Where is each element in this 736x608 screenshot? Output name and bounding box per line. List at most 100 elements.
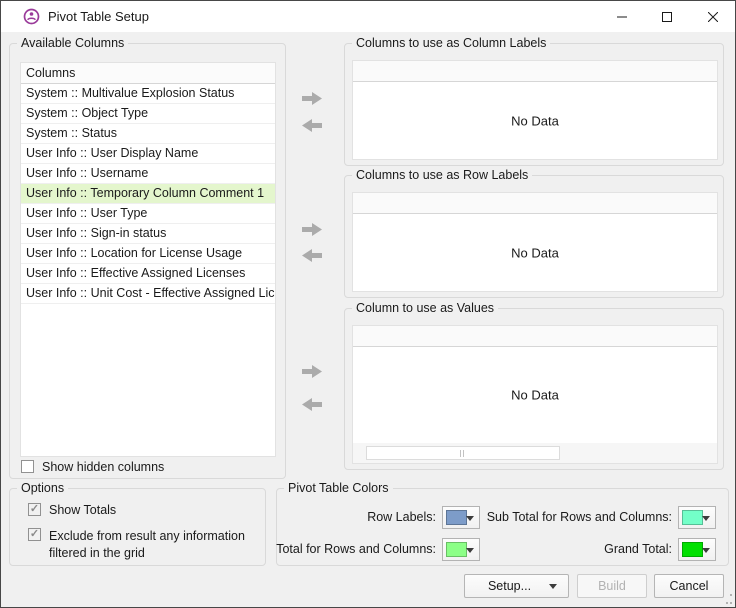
show-hidden-columns-checkbox[interactable]: ✓ Show hidden columns <box>21 460 164 475</box>
column-item-label: User Info :: Unit Cost - Effective Assig… <box>26 286 275 300</box>
column-item-label: User Info :: Sign-in status <box>26 226 166 240</box>
sub-total-color-label: Sub Total for Rows and Columns: <box>487 510 672 524</box>
cancel-button-label: Cancel <box>670 579 709 593</box>
check-icon: ✓ <box>30 529 39 540</box>
checkbox-box[interactable]: ✓ <box>28 528 41 541</box>
show-hidden-columns-label: Show hidden columns <box>42 460 164 475</box>
column-list-item[interactable]: User Info :: Temporary Column Comment 1 <box>21 184 275 204</box>
column-list-item[interactable]: User Info :: Sign-in status <box>21 224 275 244</box>
setup-button[interactable]: Setup... <box>464 574 569 598</box>
column-list-item[interactable]: System :: Object Type <box>21 104 275 124</box>
column-item-label: User Info :: User Display Name <box>26 146 198 160</box>
move-left-values-button[interactable] <box>301 397 323 412</box>
chevron-down-icon <box>549 584 557 589</box>
window-title: Pivot Table Setup <box>48 9 149 24</box>
horizontal-scrollbar[interactable] <box>366 446 560 460</box>
column-labels-list[interactable]: No Data <box>352 60 718 160</box>
minimize-icon <box>617 12 627 22</box>
grand-total-color-swatch <box>682 542 703 557</box>
show-totals-label: Show Totals <box>49 503 116 518</box>
column-item-label: User Info :: User Type <box>26 206 147 220</box>
column-item-label: User Info :: Temporary Column Comment 1 <box>26 186 264 200</box>
column-labels-empty-text: No Data <box>353 113 717 128</box>
column-list-item[interactable]: User Info :: Location for License Usage <box>21 244 275 264</box>
arrow-right-icon <box>301 222 323 237</box>
check-icon: ✓ <box>30 504 39 515</box>
row-labels-list[interactable]: No Data <box>352 192 718 292</box>
columns-list-header[interactable]: Columns <box>21 63 275 84</box>
column-list-item[interactable]: User Info :: Username <box>21 164 275 184</box>
app-icon <box>23 8 40 25</box>
maximize-icon <box>662 12 672 22</box>
scrollbar-grip-icon <box>460 450 466 457</box>
grand-total-color-label: Grand Total: <box>604 542 672 556</box>
maximize-button[interactable] <box>644 1 689 32</box>
exclude-filtered-label: Exclude from result any information filt… <box>49 528 261 562</box>
options-group-label: Options <box>17 481 68 496</box>
row-labels-group-label: Columns to use as Row Labels <box>352 168 532 183</box>
arrow-right-icon <box>301 91 323 106</box>
move-left-row-labels-button[interactable] <box>301 248 323 263</box>
values-empty-text: No Data <box>353 388 717 403</box>
available-columns-list[interactable]: Columns System :: Multivalue Explosion S… <box>20 62 276 457</box>
column-item-label: System :: Status <box>26 126 117 140</box>
column-labels-group: Columns to use as Column Labels No Data <box>344 43 724 166</box>
setup-button-label: Setup... <box>488 579 531 593</box>
checkbox-box[interactable]: ✓ <box>28 503 41 516</box>
row-labels-empty-text: No Data <box>353 245 717 260</box>
column-labels-group-label: Columns to use as Column Labels <box>352 36 550 51</box>
total-color-dropdown[interactable] <box>442 538 480 561</box>
column-labels-drop-area[interactable]: No Data <box>353 82 717 159</box>
move-left-column-labels-button[interactable] <box>301 118 323 133</box>
row-labels-drop-area[interactable]: No Data <box>353 214 717 291</box>
column-list-item[interactable]: User Info :: Effective Assigned Licenses <box>21 264 275 284</box>
values-list-header <box>353 326 717 347</box>
chevron-down-icon <box>466 516 474 521</box>
row-labels-color-swatch <box>446 510 467 525</box>
build-button[interactable]: Build <box>577 574 647 598</box>
values-drop-area[interactable]: No Data <box>353 347 717 443</box>
arrow-left-icon <box>301 397 323 412</box>
column-item-label: User Info :: Username <box>26 166 148 180</box>
move-right-column-labels-button[interactable] <box>301 91 323 106</box>
row-labels-list-header <box>353 193 717 214</box>
close-button[interactable] <box>690 1 735 32</box>
arrow-right-icon <box>301 364 323 379</box>
pivot-table-setup-dialog: Pivot Table Setup Available Columns Colu… <box>0 0 736 608</box>
column-item-label: System :: Object Type <box>26 106 148 120</box>
total-color-swatch <box>446 542 467 557</box>
values-list-footer <box>353 443 717 463</box>
column-labels-list-header <box>353 61 717 82</box>
column-list-item[interactable]: System :: Multivalue Explosion Status <box>21 84 275 104</box>
chevron-down-icon <box>702 516 710 521</box>
resize-grip[interactable] <box>722 594 732 604</box>
row-labels-color-dropdown[interactable] <box>442 506 480 529</box>
show-totals-checkbox[interactable]: ✓ Show Totals <box>28 503 116 518</box>
values-group: Column to use as Values No Data <box>344 308 724 470</box>
sub-total-color-dropdown[interactable] <box>678 506 716 529</box>
column-item-label: System :: Multivalue Explosion Status <box>26 86 234 100</box>
chevron-down-icon <box>466 548 474 553</box>
title-bar: Pivot Table Setup <box>1 1 735 32</box>
exclude-filtered-checkbox[interactable]: ✓ Exclude from result any information fi… <box>28 528 261 562</box>
column-list-item[interactable]: System :: Status <box>21 124 275 144</box>
cancel-button[interactable]: Cancel <box>654 574 724 598</box>
build-button-label: Build <box>598 579 626 593</box>
column-list-item[interactable]: User Info :: User Display Name <box>21 144 275 164</box>
values-list[interactable]: No Data <box>352 325 718 464</box>
pivot-colors-group: Pivot Table Colors Row Labels: Sub Total… <box>276 488 729 566</box>
total-color-label: Total for Rows and Columns: <box>276 542 436 556</box>
values-group-label: Column to use as Values <box>352 301 498 316</box>
grand-total-color-dropdown[interactable] <box>678 538 716 561</box>
sub-total-color-swatch <box>682 510 703 525</box>
move-right-row-labels-button[interactable] <box>301 222 323 237</box>
options-group: Options ✓ Show Totals ✓ Exclude from res… <box>9 488 266 566</box>
column-list-item[interactable]: User Info :: User Type <box>21 204 275 224</box>
column-list-item[interactable]: User Info :: Unit Cost - Effective Assig… <box>21 284 275 304</box>
arrow-left-icon <box>301 118 323 133</box>
checkbox-box[interactable]: ✓ <box>21 460 34 473</box>
row-labels-group: Columns to use as Row Labels No Data <box>344 175 724 298</box>
move-right-values-button[interactable] <box>301 364 323 379</box>
columns-list-body: System :: Multivalue Explosion StatusSys… <box>21 84 275 304</box>
minimize-button[interactable] <box>599 1 644 32</box>
